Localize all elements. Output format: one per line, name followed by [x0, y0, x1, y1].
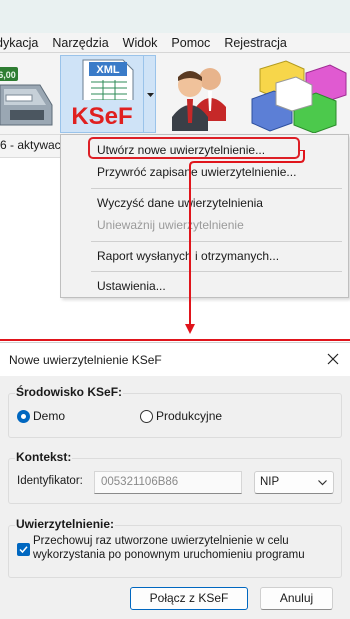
menu-edycja[interactable]: dykacja: [0, 36, 45, 50]
toolbar: 6,00 XML KSeF: [0, 52, 350, 135]
cubes-icon: [251, 60, 347, 134]
annotation-arrow: [185, 150, 305, 334]
radio-demo-label: Demo: [33, 409, 66, 423]
radio-demo[interactable]: [17, 410, 30, 423]
remember-auth-checkbox[interactable]: [17, 543, 30, 556]
users-button[interactable]: [164, 55, 238, 133]
menu-pomoc[interactable]: Pomoc: [164, 36, 217, 50]
xml-label: XML: [96, 64, 120, 76]
radio-production[interactable]: [140, 410, 153, 423]
close-icon[interactable]: [326, 352, 340, 366]
remember-auth-line1: Przechowuj raz utworzone uwierzytelnieni…: [33, 535, 289, 547]
dialog-titlebar: Nowe uwierzytelnienie KSeF: [0, 343, 350, 376]
cancel-button[interactable]: Anuluj: [260, 587, 333, 610]
menu-bar: dykacja Narzędzia Widok Pomoc Rejestracj…: [0, 33, 350, 52]
ksef-xml-icon: XML KSeF: [61, 59, 141, 130]
identifier-input[interactable]: 005321106B86: [94, 471, 242, 494]
auth-label: Uwierzytelnienie:: [15, 517, 116, 531]
divider-line: [0, 339, 350, 341]
chevron-down-icon: [318, 480, 327, 486]
radio-production-label: Produkcyjne: [156, 409, 223, 423]
menu-narzedzia[interactable]: Narzędzia: [45, 36, 115, 50]
ksef-logo-text: KSeF: [71, 103, 132, 130]
checkmark-icon: [19, 546, 28, 554]
remember-auth-text: Przechowuj raz utworzone uwierzytelnieni…: [33, 534, 305, 562]
menu-widok[interactable]: Widok: [116, 36, 165, 50]
fiscal-printer-button[interactable]: 6,00: [0, 55, 56, 133]
identifier-label: Identyfikator:: [17, 475, 83, 487]
users-icon: [172, 68, 226, 131]
printer-display: 6,00: [0, 70, 16, 80]
id-type-select[interactable]: NIP: [254, 471, 334, 494]
chevron-down-icon: [147, 93, 154, 97]
ksef-toolbar-button[interactable]: XML KSeF: [60, 55, 156, 133]
products-button[interactable]: [246, 55, 350, 134]
context-label: Kontekst:: [15, 450, 73, 464]
cash-register-icon: 6,00: [0, 67, 53, 126]
ksef-dropdown-arrow[interactable]: [143, 56, 157, 132]
menu-rejestracja[interactable]: Rejestracja: [217, 36, 294, 50]
connect-ksef-button[interactable]: Połącz z KSeF: [130, 587, 248, 610]
new-auth-dialog: Nowe uwierzytelnienie KSeF Środowisko KS…: [0, 342, 350, 619]
environment-label: Środowisko KSeF:: [15, 385, 124, 399]
id-type-value: NIP: [260, 476, 280, 488]
dialog-title: Nowe uwierzytelnienie KSeF: [9, 353, 162, 367]
remember-auth-line2: wykorzystania po ponownym uruchomieniu p…: [33, 549, 305, 561]
app-titlebar: [0, 0, 350, 33]
